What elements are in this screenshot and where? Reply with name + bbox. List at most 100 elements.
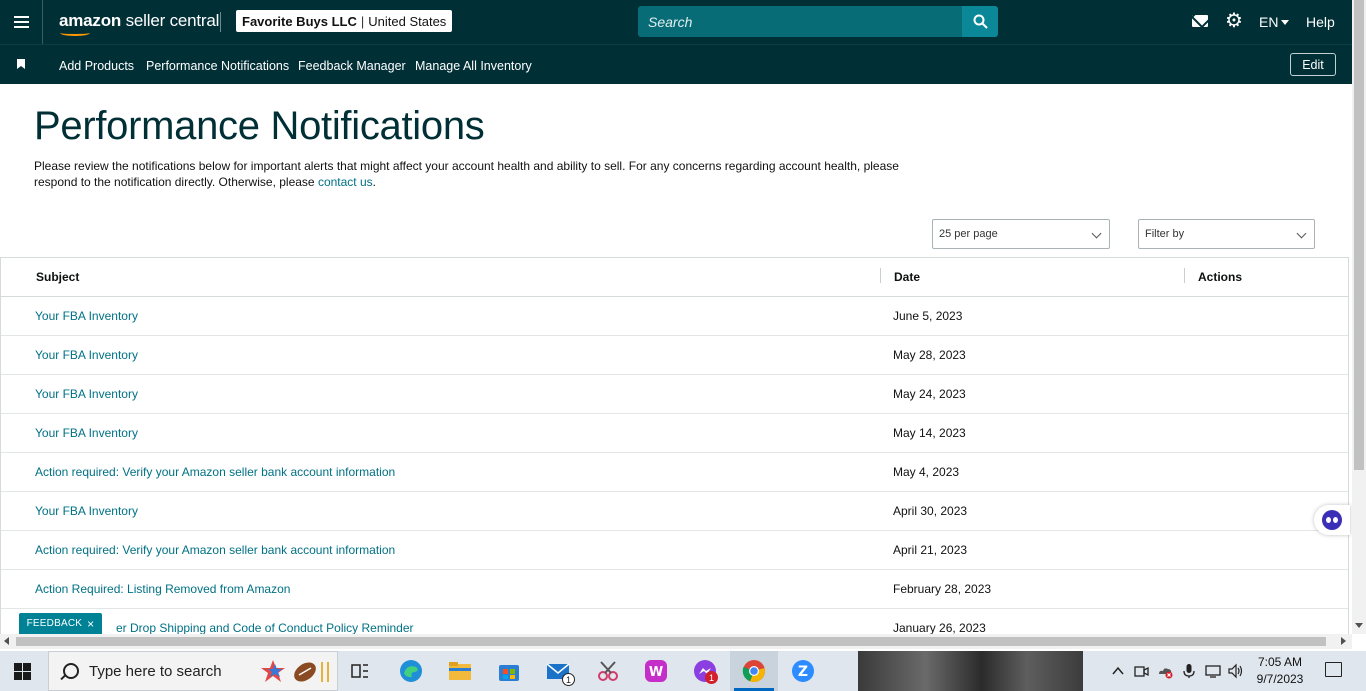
mail-app-icon[interactable]: 1 xyxy=(546,659,575,686)
bookmark-bar: Add Products Performance Notifications F… xyxy=(0,44,1352,84)
column-date[interactable]: Date xyxy=(894,270,920,284)
microphone-icon[interactable] xyxy=(1181,663,1197,679)
nav-add-products[interactable]: Add Products xyxy=(59,59,134,73)
search-input[interactable]: Search xyxy=(638,6,963,37)
contact-us-link[interactable]: contact us xyxy=(318,175,373,189)
nav-manage-all-inventory[interactable]: Manage All Inventory xyxy=(415,59,532,73)
page-title: Performance Notifications xyxy=(34,104,485,148)
snipping-tool-icon[interactable] xyxy=(596,659,620,683)
network-icon[interactable] xyxy=(1205,663,1221,679)
task-view-icon[interactable] xyxy=(348,659,372,683)
scrollbar-thumb[interactable] xyxy=(1354,0,1364,470)
gear-icon[interactable]: ⚙ xyxy=(1225,11,1243,31)
chevron-down-icon xyxy=(1296,228,1307,239)
wps-office-icon[interactable]: W xyxy=(644,659,668,683)
clock-time: 7:05 AM xyxy=(1257,655,1303,669)
table-row: Your FBA Inventory April 30, 2023 xyxy=(1,492,1348,531)
notification-date: April 30, 2023 xyxy=(893,504,968,518)
notification-subject-link[interactable]: er Drop Shipping and Code of Conduct Pol… xyxy=(116,621,414,635)
meet-now-icon[interactable] xyxy=(1133,663,1149,679)
notification-date: May 4, 2023 xyxy=(893,465,960,479)
nav-feedback-manager[interactable]: Feedback Manager xyxy=(298,59,406,73)
notification-date: May 14, 2023 xyxy=(893,426,966,440)
notification-date: April 21, 2023 xyxy=(893,543,968,557)
table-row: Action required: Verify your Amazon sell… xyxy=(1,531,1348,570)
notification-subject-link[interactable]: Action required: Verify your Amazon sell… xyxy=(35,465,395,479)
close-icon[interactable]: × xyxy=(87,617,94,631)
notifications-table: Subject Date Actions Your FBA Inventory J… xyxy=(0,257,1349,648)
notification-subject-link[interactable]: Your FBA Inventory xyxy=(35,387,138,401)
notification-subject-link[interactable]: Your FBA Inventory xyxy=(35,504,138,518)
microsoft-store-icon[interactable] xyxy=(497,659,521,683)
column-subject[interactable]: Subject xyxy=(36,270,79,284)
filter-select[interactable]: Filter by xyxy=(1138,219,1315,249)
file-explorer-icon[interactable] xyxy=(448,659,472,683)
notification-subject-link[interactable]: Your FBA Inventory xyxy=(35,348,138,362)
notification-date: February 28, 2023 xyxy=(893,582,992,596)
notification-date: May 24, 2023 xyxy=(893,387,966,401)
chevron-up-icon[interactable] xyxy=(1110,663,1126,679)
menu-icon[interactable] xyxy=(0,0,43,44)
mail-badge: 1 xyxy=(562,673,575,686)
search-button[interactable] xyxy=(962,6,998,37)
taskbar-widget-preview[interactable] xyxy=(858,651,1083,691)
nav-performance-notifications[interactable]: Performance Notifications xyxy=(146,59,289,73)
edit-button[interactable]: Edit xyxy=(1290,53,1336,76)
language-selector[interactable]: EN xyxy=(1259,14,1278,30)
table-header: Subject Date Actions xyxy=(1,258,1348,297)
table-row: Action required: Verify your Amazon sell… xyxy=(1,453,1348,492)
search-highlight-icon xyxy=(261,660,329,682)
search-icon xyxy=(63,663,79,679)
windows-start-icon[interactable] xyxy=(14,663,31,680)
column-divider xyxy=(880,268,881,283)
column-actions: Actions xyxy=(1198,270,1243,284)
edge-browser-icon[interactable] xyxy=(399,659,423,683)
table-row: Your FBA Inventory May 14, 2023 xyxy=(1,414,1348,453)
scroll-down-icon[interactable] xyxy=(1355,623,1363,628)
per-page-select[interactable]: 25 per page xyxy=(932,219,1110,249)
notification-subject-link[interactable]: Your FBA Inventory xyxy=(35,309,138,323)
messenger-icon[interactable]: 1 xyxy=(693,659,718,684)
mail-icon[interactable] xyxy=(1192,15,1208,27)
horizontal-scrollbar[interactable] xyxy=(0,634,1352,649)
notification-date: May 28, 2023 xyxy=(893,348,966,362)
seller-central-logo[interactable]: amazon seller central xyxy=(59,11,219,31)
notification-center-icon[interactable] xyxy=(1325,662,1342,677)
notification-date: June 5, 2023 xyxy=(893,309,963,323)
scroll-left-icon[interactable] xyxy=(4,637,9,645)
account-region: United States xyxy=(368,13,447,29)
clock-date: 9/7/2023 xyxy=(1256,672,1304,686)
chat-assistant-button[interactable] xyxy=(1314,505,1350,535)
svg-text:W: W xyxy=(649,665,663,680)
feedback-tab[interactable]: FEEDBACK × xyxy=(19,613,102,634)
vertical-scrollbar[interactable] xyxy=(1352,0,1366,634)
system-clock[interactable]: 7:05 AM 9/7/2023 xyxy=(1252,654,1308,688)
chevron-down-icon xyxy=(1091,228,1102,239)
taskbar-search-input[interactable]: Type here to search xyxy=(48,651,338,691)
notification-date: January 26, 2023 xyxy=(893,621,986,635)
volume-icon[interactable] xyxy=(1228,663,1244,679)
account-switcher[interactable]: Favorite Buys LLC | United States xyxy=(236,10,453,32)
notification-subject-link[interactable]: Your FBA Inventory xyxy=(35,426,138,440)
table-row: Action Required: Listing Removed from Am… xyxy=(1,570,1348,609)
notification-subject-link[interactable]: Action Required: Listing Removed from Am… xyxy=(35,582,290,596)
notification-subject-link[interactable]: Action required: Verify your Amazon sell… xyxy=(35,543,395,557)
table-row: Your FBA Inventory May 24, 2023 xyxy=(1,375,1348,414)
scrollbar-thumb[interactable] xyxy=(16,637,1326,646)
header-divider xyxy=(220,12,221,32)
page-description: Please review the notifications below fo… xyxy=(34,159,899,189)
search-icon xyxy=(973,14,988,29)
chat-assistant-icon xyxy=(1322,510,1342,530)
chrome-browser-icon[interactable] xyxy=(742,659,766,683)
account-name: Favorite Buys LLC xyxy=(242,13,357,29)
scroll-right-icon[interactable] xyxy=(1341,637,1346,645)
chevron-down-icon xyxy=(1281,20,1289,25)
table-row: Your FBA Inventory June 5, 2023 xyxy=(1,297,1348,336)
help-link[interactable]: Help xyxy=(1306,14,1335,30)
bookmark-icon[interactable] xyxy=(17,59,25,69)
column-divider xyxy=(1184,268,1185,283)
onedrive-icon[interactable] xyxy=(1157,663,1173,679)
zoom-app-icon[interactable]: Z xyxy=(791,659,815,683)
logo-smile xyxy=(60,30,90,36)
windows-taskbar: Type here to search 1 W 1 Z 7:05 AM 9/7/… xyxy=(0,651,1366,691)
